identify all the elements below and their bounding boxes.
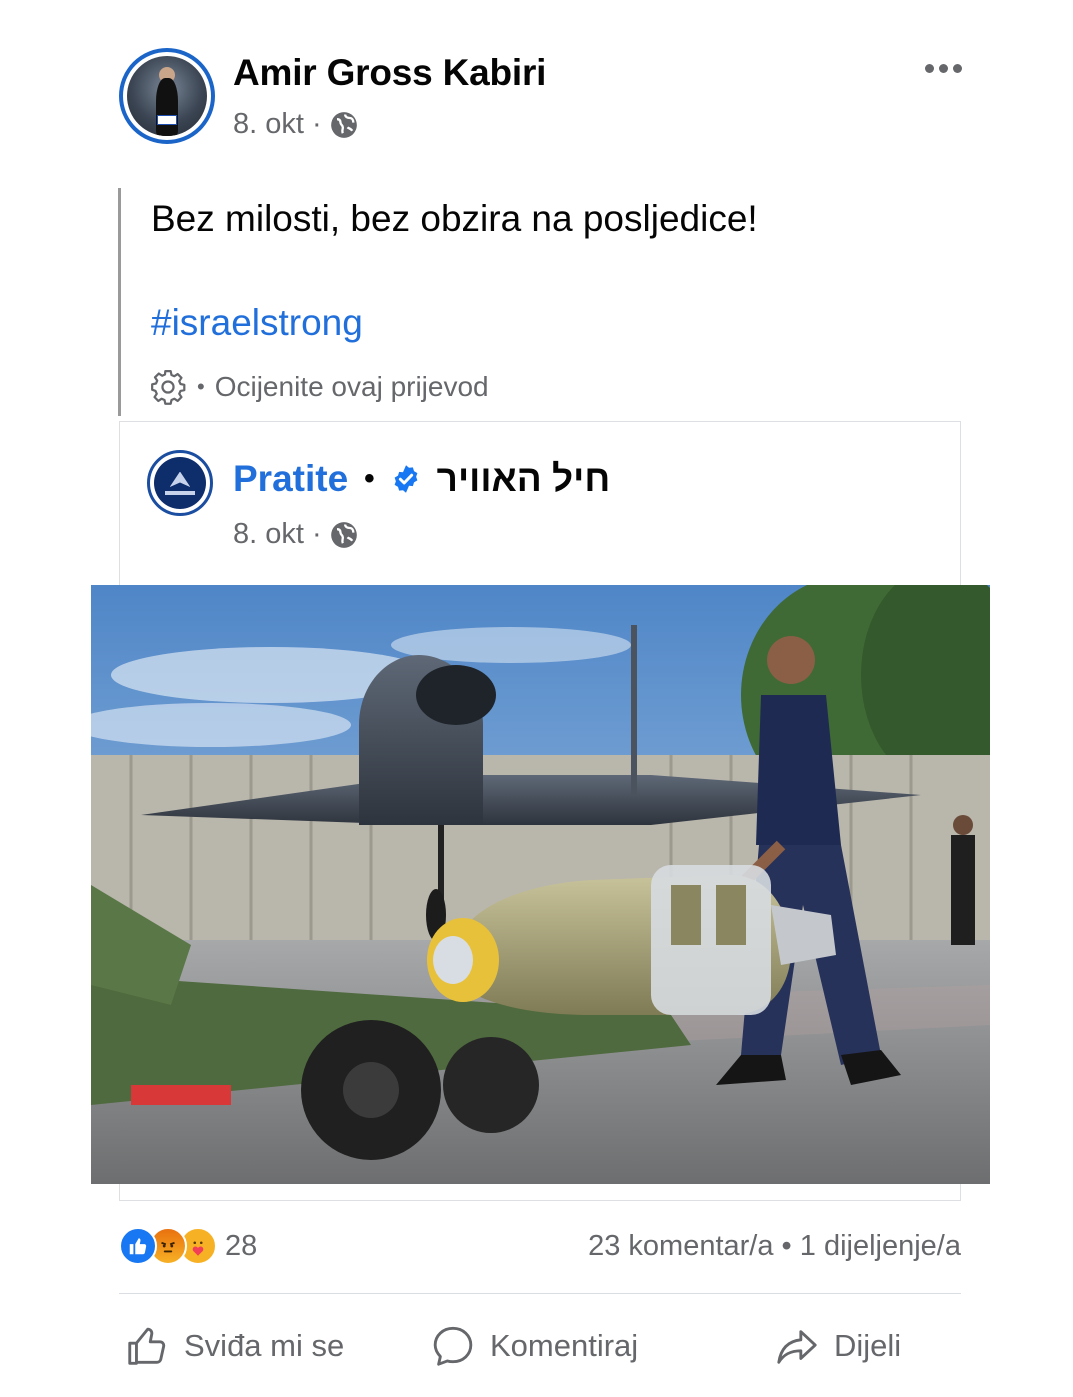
- shared-page-header: Pratite • חיל האוויר: [233, 458, 610, 500]
- more-options-button[interactable]: [921, 56, 965, 80]
- more-dot-icon: [952, 63, 962, 73]
- verified-badge-icon: [394, 465, 418, 493]
- shared-post-date[interactable]: 8. okt: [233, 518, 304, 551]
- post-date-separator: ·: [311, 108, 322, 140]
- more-dot-icon: [924, 63, 934, 73]
- share-arrow-icon: [777, 1330, 817, 1364]
- globe-icon: [330, 111, 357, 138]
- shared-page-avatar[interactable]: [147, 450, 213, 516]
- shared-page-name[interactable]: חיל האוויר: [437, 458, 611, 500]
- quote-bar: [118, 188, 121, 416]
- post-date[interactable]: 8. okt: [233, 108, 304, 141]
- like-button[interactable]: Sviđa mi se: [124, 1323, 344, 1369]
- comment-button[interactable]: Komentiraj: [430, 1323, 638, 1369]
- more-dot-icon: [938, 63, 948, 73]
- shared-date-separator: ·: [311, 518, 322, 550]
- like-label: Sviđa mi se: [184, 1328, 345, 1363]
- translation-rating[interactable]: • Ocijenite ovaj prijevod: [149, 368, 489, 406]
- follow-separator: •: [364, 462, 375, 495]
- post-meta: 8. okt ·: [233, 108, 358, 141]
- share-label: Dijeli: [834, 1328, 902, 1363]
- comments-shares-count[interactable]: 23 komentar/a • 1 dijeljenje/a: [588, 1230, 961, 1263]
- comment-label: Komentiraj: [490, 1328, 639, 1363]
- globe-icon: [330, 521, 357, 548]
- hashtag-link[interactable]: #israelstrong: [151, 302, 363, 344]
- translation-separator: •: [197, 374, 205, 399]
- author-name[interactable]: Amir Gross Kabiri: [233, 52, 546, 94]
- gear-icon[interactable]: [149, 368, 187, 406]
- photo-image: [91, 585, 990, 1184]
- thumbs-up-icon: [128, 1327, 166, 1365]
- actions-divider: [119, 1293, 961, 1294]
- shared-post-meta: 8. okt ·: [233, 518, 358, 551]
- post-text: Bez milosti, bez obzira na posljedice!: [151, 198, 758, 239]
- translation-link[interactable]: Ocijenite ovaj prijevod: [215, 371, 489, 403]
- author-avatar[interactable]: [119, 48, 215, 144]
- reactions-summary[interactable]: 28: [119, 1227, 257, 1265]
- shared-post-photo[interactable]: [91, 585, 990, 1184]
- follow-button[interactable]: Pratite: [233, 458, 348, 500]
- comment-bubble-icon: [433, 1326, 473, 1366]
- like-reaction-icon: [119, 1227, 157, 1265]
- reaction-count: 28: [225, 1229, 258, 1262]
- share-button[interactable]: Dijeli: [774, 1323, 901, 1369]
